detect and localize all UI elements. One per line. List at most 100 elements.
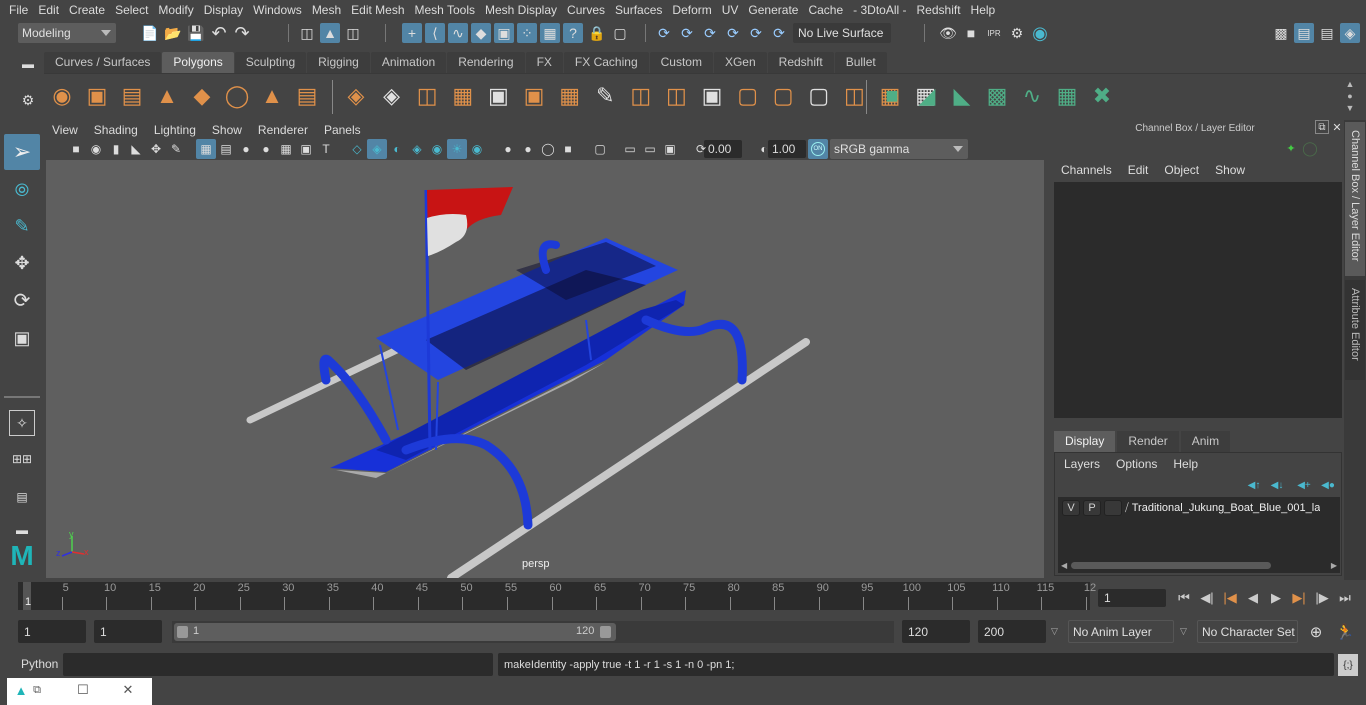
extrude-icon[interactable]: ▣ (698, 82, 726, 110)
uv-editor-icon[interactable]: ▦ (1053, 82, 1081, 110)
extract-icon[interactable]: ▣ (484, 82, 512, 110)
channel-box-toggle-icon[interactable]: ◈ (1340, 23, 1360, 43)
snap-surface-icon[interactable]: ▣ (494, 23, 514, 43)
combine-icon[interactable]: ◈ (342, 82, 370, 110)
color-management-toggle[interactable]: ON (808, 139, 828, 159)
options-menu[interactable]: Options (1116, 457, 1157, 471)
menu-cache[interactable]: Cache (803, 3, 848, 17)
smooth-icon[interactable]: ▦ (449, 82, 477, 110)
viewport-menu-show[interactable]: Show (212, 123, 242, 137)
scroll-left-icon[interactable]: ◀ (1061, 561, 1067, 570)
select-component-icon[interactable]: ◫ (343, 23, 363, 43)
animation-preferences-icon[interactable]: 🏃 (1335, 622, 1355, 642)
symmetry-icon[interactable]: ⟳ (769, 23, 789, 43)
range-end-handle[interactable] (600, 626, 611, 638)
bridge-icon[interactable]: ▦ (556, 82, 584, 110)
layout-icon[interactable]: ▬ (9, 520, 35, 540)
uv-unfold-icon[interactable]: ✖ (1088, 82, 1116, 110)
animation-start-field[interactable]: 1 (18, 620, 86, 643)
save-scene-icon[interactable]: 💾 (186, 23, 206, 43)
time-slider[interactable]: 1 5 10 15 20 25 30 35 40 45 50 55 60 65 70 75 80 85 90 95 1… (18, 582, 1096, 610)
lock-icon[interactable]: 🔒 (587, 23, 607, 43)
show-menu[interactable]: Show (1215, 163, 1245, 177)
menu-mesh-display[interactable]: Mesh Display (480, 3, 562, 17)
depth-of-field-icon[interactable]: ■ (558, 139, 578, 159)
film-gate-icon[interactable]: ▤ (216, 139, 236, 159)
workspace-dropdown[interactable]: Modeling (18, 23, 116, 43)
help-icon[interactable]: ? (563, 23, 583, 43)
render-view-icon[interactable]: 👁 (938, 23, 958, 43)
poly-cylinder-icon[interactable]: ▤ (118, 82, 146, 110)
menu-curves[interactable]: Curves (562, 3, 610, 17)
menu-windows[interactable]: Windows (248, 3, 307, 17)
shelf-tab-sculpting[interactable]: Sculpting (234, 52, 307, 73)
uv-planar-icon[interactable]: ■ (878, 82, 906, 110)
new-scene-icon[interactable]: 📄 (140, 23, 160, 43)
shelf-tab-animation[interactable]: Animation (370, 52, 447, 73)
current-frame-field[interactable]: 1 (1098, 589, 1166, 607)
step-forward-frame-icon[interactable]: |▶ (1313, 589, 1331, 607)
shelf-tab-fx-caching[interactable]: FX Caching (563, 52, 649, 73)
menu-display[interactable]: Display (199, 3, 248, 17)
append-icon[interactable]: ▢ (769, 82, 797, 110)
xray-joints-icon[interactable]: ▣ (660, 139, 680, 159)
resolution-gate-icon[interactable]: ● (236, 139, 256, 159)
grid-icon[interactable]: ▦ (196, 139, 216, 159)
poly-plane-icon[interactable]: ◆ (188, 82, 216, 110)
screen-space-ao-icon[interactable]: ● (498, 139, 518, 159)
help-menu[interactable]: Help (1173, 457, 1198, 471)
restore-window-icon[interactable]: ⧉ (29, 682, 45, 698)
play-backward-icon[interactable]: ◀ (1244, 589, 1262, 607)
viewport-menu-renderer[interactable]: Renderer (258, 123, 308, 137)
viewport-persp[interactable]: persp y x z (46, 160, 1044, 578)
image-plane-icon[interactable]: ◣ (126, 139, 146, 159)
poly-cube-icon[interactable]: ▣ (83, 82, 111, 110)
uv-cylindrical-icon[interactable]: ◢ (913, 82, 941, 110)
shelf-tab-redshift[interactable]: Redshift (767, 52, 834, 73)
shelf-settings-gear-icon[interactable]: ⚙ (18, 90, 38, 110)
anim-layer-dropdown-arrow-icon[interactable]: ▽ (1051, 626, 1058, 637)
select-lock-icon[interactable]: ▢ (610, 23, 630, 43)
tab-render[interactable]: Render (1117, 431, 1179, 452)
select-hierarchy-icon[interactable]: ◫ (297, 23, 317, 43)
play-forward-icon[interactable]: ▶ (1267, 589, 1285, 607)
motion-blur-icon[interactable]: ● (518, 139, 538, 159)
side-tab-attribute-editor[interactable]: Attribute Editor (1345, 280, 1365, 380)
menu-edit[interactable]: Edit (33, 3, 64, 17)
tab-anim[interactable]: Anim (1180, 431, 1231, 452)
bookmark-icon[interactable]: ▮ (106, 139, 126, 159)
animation-end-field[interactable]: 200 (978, 620, 1046, 643)
shelf-tab-curves-surfaces[interactable]: Curves / Surfaces (44, 52, 162, 73)
snap-vertex-icon[interactable]: ⁘ (517, 23, 537, 43)
sync-icon[interactable]: ◯ (1302, 140, 1318, 156)
poly-cone-icon[interactable]: ▲ (153, 82, 181, 110)
make-live-icon[interactable]: ⟳ (677, 23, 697, 43)
safe-title-icon[interactable]: T (316, 139, 336, 159)
step-forward-key-icon[interactable]: ▶| (1290, 589, 1308, 607)
viewport-menu-shading[interactable]: Shading (94, 123, 138, 137)
field-chart-icon[interactable]: ▦ (276, 139, 296, 159)
channels-menu[interactable]: Channels (1061, 163, 1112, 177)
modeling-toolkit-icon[interactable]: ▩ (1271, 23, 1291, 43)
hypershade-icon[interactable]: ◉ (1030, 23, 1050, 43)
single-perspective-layout-icon[interactable]: ✧ (9, 410, 35, 436)
menu-generate[interactable]: Generate (743, 3, 803, 17)
command-language-label[interactable]: Python (21, 657, 58, 671)
open-scene-icon[interactable]: 📂 (163, 23, 183, 43)
snap-together-icon[interactable]: ⟳ (700, 23, 720, 43)
menu-3dtoall[interactable]: - 3DtoAll - (848, 3, 911, 17)
shelf-tab-rigging[interactable]: Rigging (307, 52, 370, 73)
menu-mesh[interactable]: Mesh (307, 3, 346, 17)
menu-modify[interactable]: Modify (153, 3, 198, 17)
merge-icon[interactable]: ◫ (840, 82, 868, 110)
ipr-render-icon[interactable]: IPR (984, 23, 1004, 43)
tab-display[interactable]: Display (1054, 431, 1116, 452)
snap-view-plane-icon[interactable]: ◆ (471, 23, 491, 43)
construction-history-icon[interactable]: ⟳ (654, 23, 674, 43)
scroll-thumb[interactable] (1071, 561, 1272, 569)
go-to-end-icon[interactable]: ⏭ (1336, 589, 1354, 607)
shelf-tab-fx[interactable]: FX (525, 52, 563, 73)
color-space-dropdown[interactable]: sRGB gamma (830, 139, 968, 159)
snap-curve-icon[interactable]: ⟨ (425, 23, 445, 43)
layer-row[interactable]: V P ⧸ Traditional_Jukung_Boat_Blue_001_l… (1058, 497, 1340, 519)
